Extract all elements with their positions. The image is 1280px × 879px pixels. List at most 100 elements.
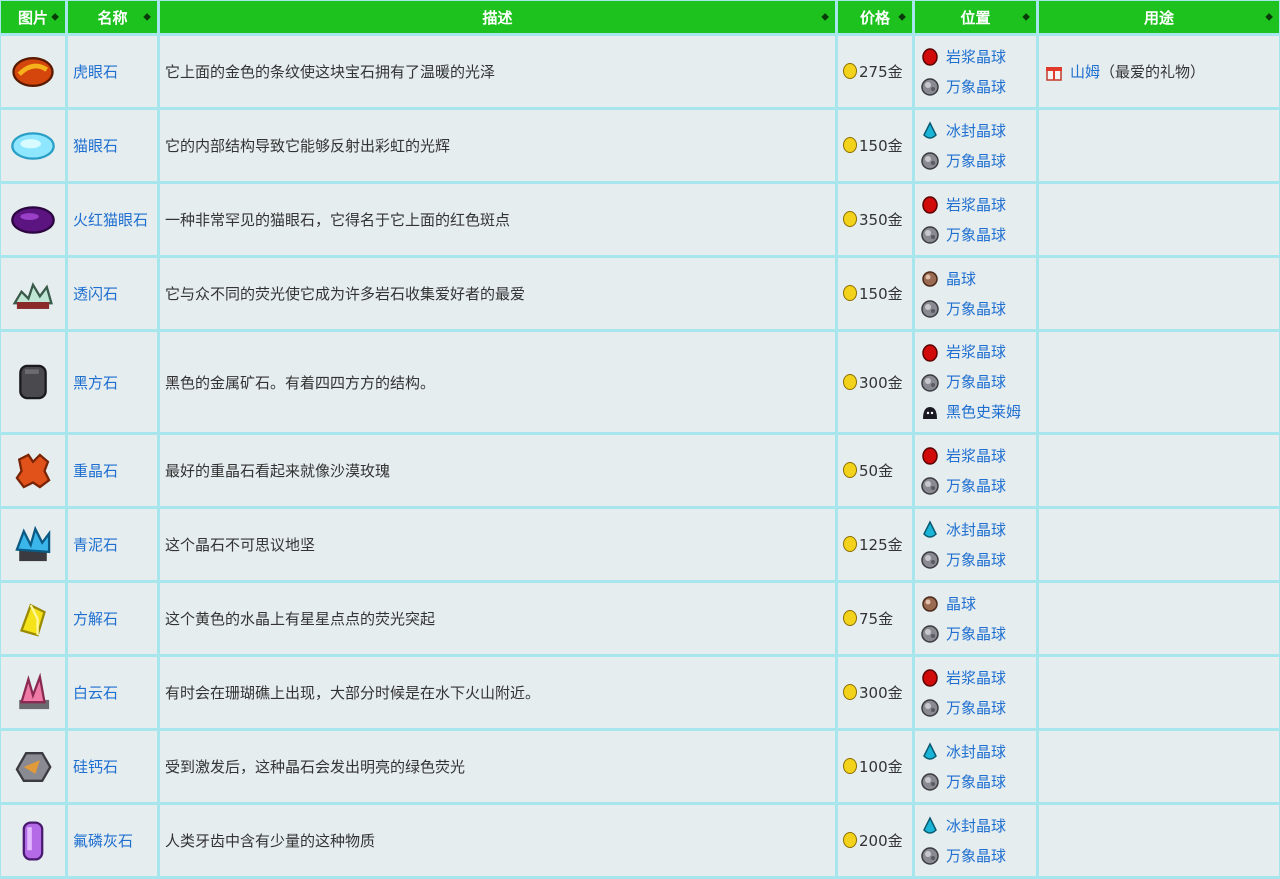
- mineral-link[interactable]: 黑方石: [73, 374, 118, 392]
- sort-icon[interactable]: ◆: [821, 12, 829, 23]
- frozen-geode-icon[interactable]: [920, 121, 940, 141]
- omni-geode-icon[interactable]: [920, 476, 940, 496]
- magma-geode-icon[interactable]: [920, 195, 940, 215]
- location-link[interactable]: 岩浆晶球: [946, 447, 1006, 465]
- header-location[interactable]: 位置 ◆: [915, 1, 1036, 33]
- description-cell: 最好的重晶石看起来就像沙漠玫瑰: [160, 435, 835, 506]
- gold-coin-icon: [843, 684, 857, 700]
- mineral-link[interactable]: 青泥石: [73, 536, 118, 554]
- location-link[interactable]: 万象晶球: [946, 300, 1006, 318]
- frozen-geode-icon[interactable]: [920, 520, 940, 540]
- location-link[interactable]: 岩浆晶球: [946, 669, 1006, 687]
- sort-icon[interactable]: ◆: [898, 12, 906, 23]
- price-value: 150金: [859, 137, 903, 155]
- gift-icon[interactable]: [1044, 62, 1064, 82]
- location-item: 岩浆晶球: [920, 42, 1031, 72]
- sort-icon[interactable]: ◆: [1265, 12, 1273, 23]
- mineral-link[interactable]: 火红猫眼石: [73, 211, 148, 229]
- mineral-link[interactable]: 虎眼石: [73, 63, 118, 81]
- omni-geode-icon[interactable]: [920, 225, 940, 245]
- tigers-eye-icon[interactable]: [1, 49, 65, 95]
- mineral-link[interactable]: 方解石: [73, 610, 118, 628]
- omni-geode-icon[interactable]: [920, 299, 940, 319]
- header-use[interactable]: 用途 ◆: [1039, 1, 1279, 33]
- location-item: 万象晶球: [920, 220, 1031, 250]
- location-cell: 岩浆晶球万象晶球黑色史莱姆: [915, 332, 1036, 432]
- omni-geode-icon[interactable]: [920, 772, 940, 792]
- image-cell: [1, 332, 65, 432]
- opal-icon[interactable]: [1, 123, 65, 169]
- location-cell: 岩浆晶球 万象晶球: [915, 36, 1036, 107]
- location-link[interactable]: 万象晶球: [946, 773, 1006, 791]
- image-cell: [1, 731, 65, 802]
- location-link[interactable]: 万象晶球: [946, 373, 1006, 391]
- sort-icon[interactable]: ◆: [1022, 12, 1030, 23]
- location-link[interactable]: 万象晶球: [946, 699, 1006, 717]
- sort-icon[interactable]: ◆: [143, 12, 151, 23]
- location-link[interactable]: 晶球: [946, 270, 976, 288]
- black-slime-icon[interactable]: [920, 403, 940, 423]
- header-price[interactable]: 价格 ◆: [838, 1, 912, 33]
- location-link[interactable]: 晶球: [946, 595, 976, 613]
- location-link[interactable]: 冰封晶球: [946, 122, 1006, 140]
- dolomite-icon[interactable]: [1, 670, 65, 716]
- image-cell: [1, 509, 65, 580]
- frozen-geode-icon[interactable]: [920, 816, 940, 836]
- fire-opal-icon[interactable]: [1, 197, 65, 243]
- omni-geode-icon[interactable]: [920, 846, 940, 866]
- mineral-link[interactable]: 硅钙石: [73, 758, 118, 776]
- geode-icon[interactable]: [920, 594, 940, 614]
- header-description[interactable]: 描述 ◆: [160, 1, 835, 33]
- use-cell: [1039, 435, 1279, 506]
- location-item: 冰封晶球: [920, 116, 1031, 146]
- omni-geode-icon[interactable]: [920, 373, 940, 393]
- location-link[interactable]: 冰封晶球: [946, 521, 1006, 539]
- mineral-link[interactable]: 氟磷灰石: [73, 832, 133, 850]
- frozen-geode-icon[interactable]: [920, 742, 940, 762]
- geode-icon[interactable]: [920, 269, 940, 289]
- mineral-link[interactable]: 透闪石: [73, 285, 118, 303]
- location-link[interactable]: 黑色史莱姆: [946, 403, 1021, 421]
- magma-geode-icon[interactable]: [920, 343, 940, 363]
- magma-geode-icon[interactable]: [920, 47, 940, 67]
- baryte-icon[interactable]: [1, 448, 65, 494]
- magma-geode-icon[interactable]: [920, 668, 940, 688]
- location-link[interactable]: 万象晶球: [946, 226, 1006, 244]
- omni-geode-icon[interactable]: [920, 151, 940, 171]
- location-link[interactable]: 冰封晶球: [946, 817, 1006, 835]
- omni-geode-icon[interactable]: [920, 550, 940, 570]
- calcite-icon[interactable]: [1, 596, 65, 642]
- mineral-link[interactable]: 白云石: [73, 684, 118, 702]
- location-cell: 岩浆晶球 万象晶球: [915, 184, 1036, 255]
- header-image[interactable]: 图片 ◆: [1, 1, 65, 33]
- location-link[interactable]: 岩浆晶球: [946, 48, 1006, 66]
- location-link[interactable]: 万象晶球: [946, 152, 1006, 170]
- omni-geode-icon[interactable]: [920, 624, 940, 644]
- esperite-icon[interactable]: [1, 744, 65, 790]
- header-name[interactable]: 名称 ◆: [68, 1, 157, 33]
- omni-geode-icon[interactable]: [920, 77, 940, 97]
- location-link[interactable]: 万象晶球: [946, 625, 1006, 643]
- location-link[interactable]: 万象晶球: [946, 551, 1006, 569]
- sort-icon[interactable]: ◆: [51, 12, 59, 23]
- fluorapatite-icon[interactable]: [1, 818, 65, 864]
- location-link[interactable]: 岩浆晶球: [946, 196, 1006, 214]
- villager-link[interactable]: 山姆: [1070, 63, 1100, 81]
- nekoite-icon[interactable]: [1, 359, 65, 405]
- mineral-link[interactable]: 猫眼石: [73, 137, 118, 155]
- table-row: 虎眼石 它上面的金色的条纹使这块宝石拥有了温暖的光泽 275金 岩浆晶球 万象晶球 山姆（…: [1, 36, 1279, 107]
- location-link[interactable]: 岩浆晶球: [946, 343, 1006, 361]
- mineral-link[interactable]: 重晶石: [73, 462, 118, 480]
- aerinite-icon[interactable]: [1, 522, 65, 568]
- location-link[interactable]: 万象晶球: [946, 847, 1006, 865]
- location-link[interactable]: 万象晶球: [946, 477, 1006, 495]
- magma-geode-icon[interactable]: [920, 446, 940, 466]
- location-link[interactable]: 万象晶球: [946, 78, 1006, 96]
- omni-geode-icon[interactable]: [920, 698, 940, 718]
- tremolite-icon[interactable]: [1, 271, 65, 317]
- table-row: 方解石 这个黄色的水晶上有星星点点的荧光突起 75金 晶球 万象晶球: [1, 583, 1279, 654]
- gold-coin-icon: [843, 536, 857, 552]
- description-cell: 这个晶石不可思议地坚: [160, 509, 835, 580]
- price-cell: 100金: [838, 731, 912, 802]
- location-link[interactable]: 冰封晶球: [946, 743, 1006, 761]
